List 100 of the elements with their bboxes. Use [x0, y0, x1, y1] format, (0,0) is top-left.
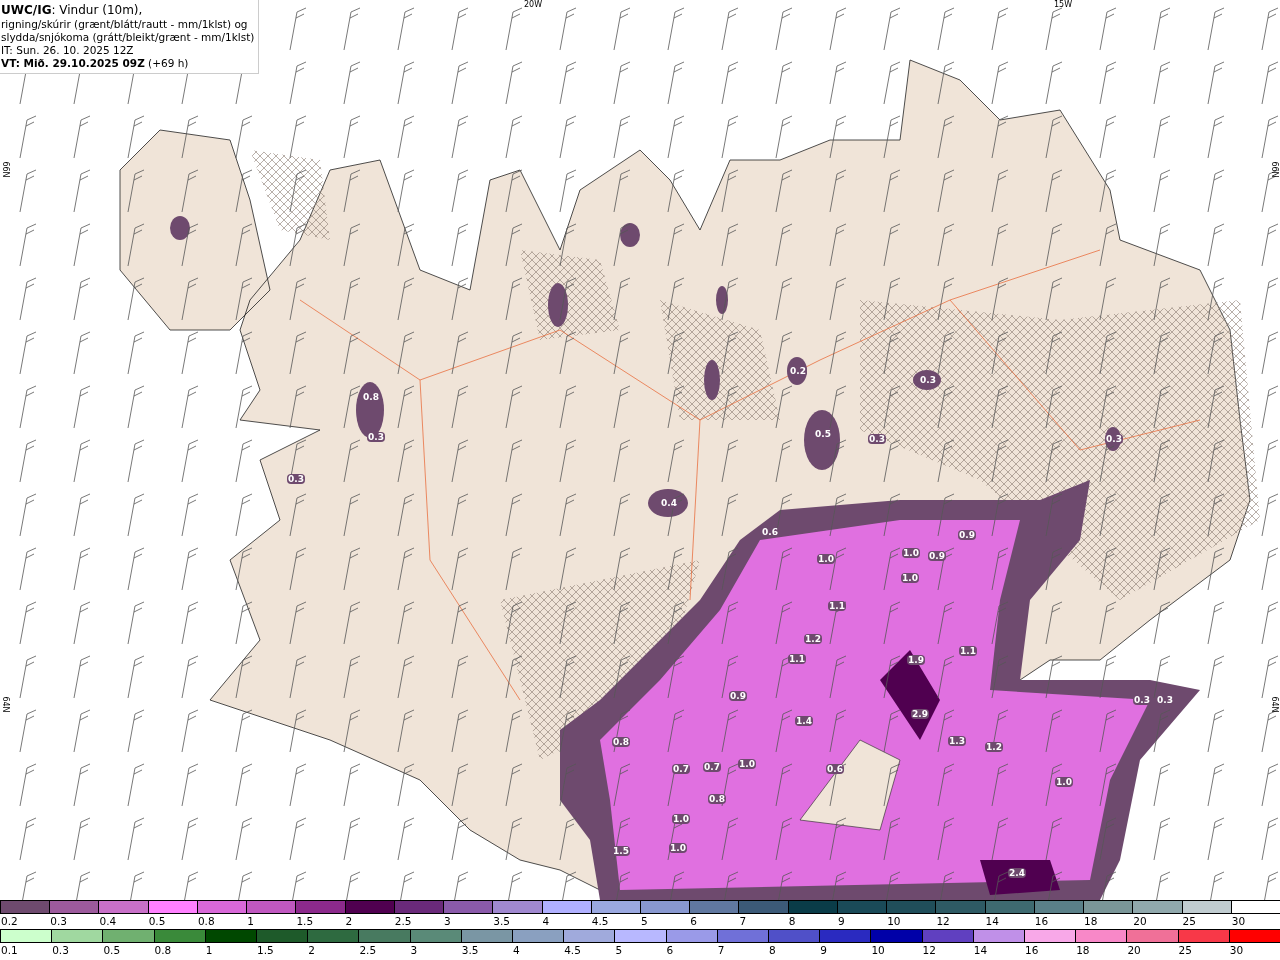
legend-label: 4	[542, 915, 550, 927]
precipitation-value: 0.4	[660, 498, 678, 508]
precipitation-value: 0.5	[814, 429, 832, 439]
latitude-label: 64N	[0, 696, 10, 713]
header-line: VT: Mið. 29.10.2025 09Z (+69 h)	[1, 57, 190, 70]
precipitation-value: 0.6	[761, 527, 779, 537]
precipitation-value: 2.4	[1008, 868, 1026, 878]
precipitation-value: 1.9	[907, 655, 925, 665]
legend-label: 0.4	[99, 915, 117, 927]
legend-label: 1.5	[296, 915, 314, 927]
legend-label: 3.5	[461, 944, 479, 956]
legend-label: 20	[1133, 915, 1147, 927]
legend-label: 7	[717, 944, 725, 956]
precipitation-value: 1.0	[901, 573, 919, 583]
legend-label: 6	[666, 944, 674, 956]
precipitation-value: 0.2	[789, 366, 807, 376]
legend-label: 4.5	[591, 915, 609, 927]
legend-label: 16	[1034, 915, 1049, 927]
header-line: slydda/snjókoma (grátt/bleikt/grænt - mm/1klst)	[1, 31, 255, 44]
precipitation-value: 1.0	[738, 759, 756, 769]
precipitation-value: 1.0	[669, 843, 687, 853]
precipitation-value: 0.9	[928, 551, 946, 561]
precipitation-value: 1.1	[788, 654, 806, 664]
legend-label: 8	[788, 915, 796, 927]
precipitation-value: 0.3	[868, 434, 886, 444]
legend-label: 1	[205, 944, 213, 956]
legend-label: 0.5	[148, 915, 166, 927]
precipitation-value: 0.6	[826, 764, 844, 774]
header-line: UWC/IG: Vindur (10m),	[1, 3, 144, 18]
precipitation-value: 0.9	[958, 530, 976, 540]
legend-label: 7	[739, 915, 747, 927]
legend-label: 20	[1127, 944, 1141, 956]
longitude-label: 15W	[1054, 0, 1073, 9]
legend-label: 10	[887, 915, 901, 927]
legend-label: 9	[820, 944, 827, 956]
legend-label: 5	[615, 944, 623, 956]
precipitation-value: 1.1	[959, 646, 977, 656]
legend-label: 0.3	[52, 944, 69, 956]
precipitation-value: 1.3	[948, 736, 966, 746]
legend-label: 2	[345, 915, 353, 927]
precipitation-value: 0.8	[708, 794, 726, 804]
legend-label: 0.1	[1, 944, 18, 956]
precipitation-value: 1.2	[985, 742, 1003, 752]
legend-label: 30	[1231, 915, 1246, 927]
legend-label: 3	[444, 915, 451, 927]
precipitation-value: 1.1	[828, 601, 846, 611]
precipitation-value: 0.3	[287, 474, 305, 484]
precipitation-value: 1.0	[902, 548, 920, 558]
latitude-label: 66N	[1269, 161, 1279, 178]
legend-label: 4	[513, 944, 520, 956]
legend-label: 4.5	[564, 944, 581, 956]
legend-label: 12	[936, 915, 950, 927]
precipitation-value: 0.3	[1133, 695, 1151, 705]
precipitation-value: 0.8	[362, 392, 380, 402]
precipitation-value: 0.8	[612, 737, 630, 747]
legend-label: 1.5	[257, 944, 274, 956]
legend-label: 8	[769, 944, 776, 956]
legend-label: 5	[641, 915, 648, 927]
legend-label: 2.5	[394, 915, 412, 927]
precipitation-value: 0.3	[919, 375, 937, 385]
legend-label: 25	[1178, 944, 1192, 956]
legend-label: 3	[410, 944, 418, 956]
precipitation-value: 1.2	[804, 634, 822, 644]
legend-label: 2.5	[359, 944, 377, 956]
legend-label: 10	[871, 944, 885, 956]
legend-label: 12	[922, 944, 936, 956]
precipitation-value: 1.0	[817, 554, 835, 564]
precipitation-value: 1.4	[795, 716, 813, 726]
legend-label: 9	[837, 915, 845, 927]
precipitation-value: 0.3	[1105, 434, 1123, 444]
legend-label: 0.5	[103, 944, 121, 956]
precipitation-value: 1.5	[612, 846, 630, 856]
legend-label: 0.8	[197, 915, 215, 927]
precipitation-value: 0.7	[672, 764, 690, 774]
legend-label: 6	[690, 915, 697, 927]
legend-label: 16	[1025, 944, 1039, 956]
latitude-label: 66N	[0, 161, 10, 178]
legend-label: 18	[1084, 915, 1098, 927]
precipitation-value: 0.3	[1156, 695, 1174, 705]
precipitation-value: 2.9	[911, 709, 929, 719]
legend-label: 30	[1229, 944, 1244, 956]
legend-label: 14	[973, 944, 988, 956]
precipitation-value: 1.0	[1055, 777, 1073, 787]
header-line: IT: Sun. 26. 10. 2025 12Z	[1, 44, 135, 57]
header-line: rigning/skúrir (grænt/blátt/rautt - mm/1klst) og	[1, 18, 249, 31]
latitude-label: 64N	[1269, 696, 1279, 713]
legend-label: 1	[247, 915, 254, 927]
legend-label: 2	[308, 944, 315, 956]
precipitation-value: 0.9	[729, 691, 747, 701]
precipitation-value: 1.0	[672, 814, 690, 824]
legend-label: 18	[1076, 944, 1090, 956]
legend-label: 0.3	[50, 915, 67, 927]
legend-label: 0.2	[1, 915, 18, 927]
legend-label: 0.8	[154, 944, 172, 956]
legend-label: 14	[985, 915, 999, 927]
legend-label: 3.5	[493, 915, 510, 927]
precipitation-value: 0.7	[703, 762, 721, 772]
longitude-label: 20W	[524, 0, 543, 9]
precipitation-value: 0.3	[367, 432, 385, 442]
legend-label: 25	[1182, 915, 1196, 927]
